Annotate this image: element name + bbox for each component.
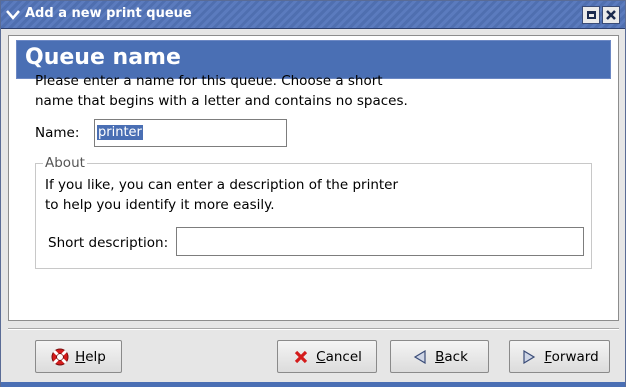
about-line-2: to help you identify it more easily. (45, 197, 275, 213)
button-separator (8, 328, 619, 330)
about-legend: About (43, 155, 87, 171)
maximize-button[interactable] (582, 6, 600, 24)
short-description-label: Short description: (48, 235, 169, 251)
arrow-left-icon (411, 348, 429, 366)
cancel-button[interactable]: Cancel (277, 340, 377, 373)
page-title: Queue name (25, 45, 181, 70)
forward-button-label: Forward (544, 348, 599, 365)
help-button-label: Help (75, 348, 106, 365)
about-line-1: If you like, you can enter a description… (45, 177, 399, 193)
name-input[interactable]: printer (94, 119, 287, 147)
name-input-value: printer (97, 125, 143, 140)
x-icon (292, 348, 310, 366)
intro-text: Please enter a name for this queue. Choo… (35, 71, 455, 111)
arrow-right-icon (520, 348, 538, 366)
back-button-label: Back (435, 348, 468, 365)
window-bottom-border (1, 382, 625, 387)
intro-line-2: name that begins with a letter and conta… (35, 93, 408, 109)
close-button[interactable] (602, 6, 620, 24)
short-description-input[interactable] (176, 227, 584, 256)
about-text: If you like, you can enter a description… (45, 175, 465, 215)
dialog-window: Add a new print queue Queue name Please … (0, 0, 626, 387)
cancel-button-label: Cancel (316, 348, 362, 365)
back-button[interactable]: Back (390, 340, 489, 373)
help-button[interactable]: Help (35, 340, 122, 373)
lifebuoy-icon (51, 348, 69, 366)
intro-line-1: Please enter a name for this queue. Choo… (35, 73, 383, 89)
forward-button[interactable]: Forward (509, 340, 610, 373)
window-menu-chevron-down-icon[interactable] (5, 7, 21, 23)
close-icon (606, 10, 616, 20)
window-title: Add a new print queue (25, 6, 192, 21)
name-label: Name: (35, 125, 80, 141)
maximize-icon (586, 11, 596, 19)
title-bar[interactable]: Add a new print queue (1, 1, 625, 29)
